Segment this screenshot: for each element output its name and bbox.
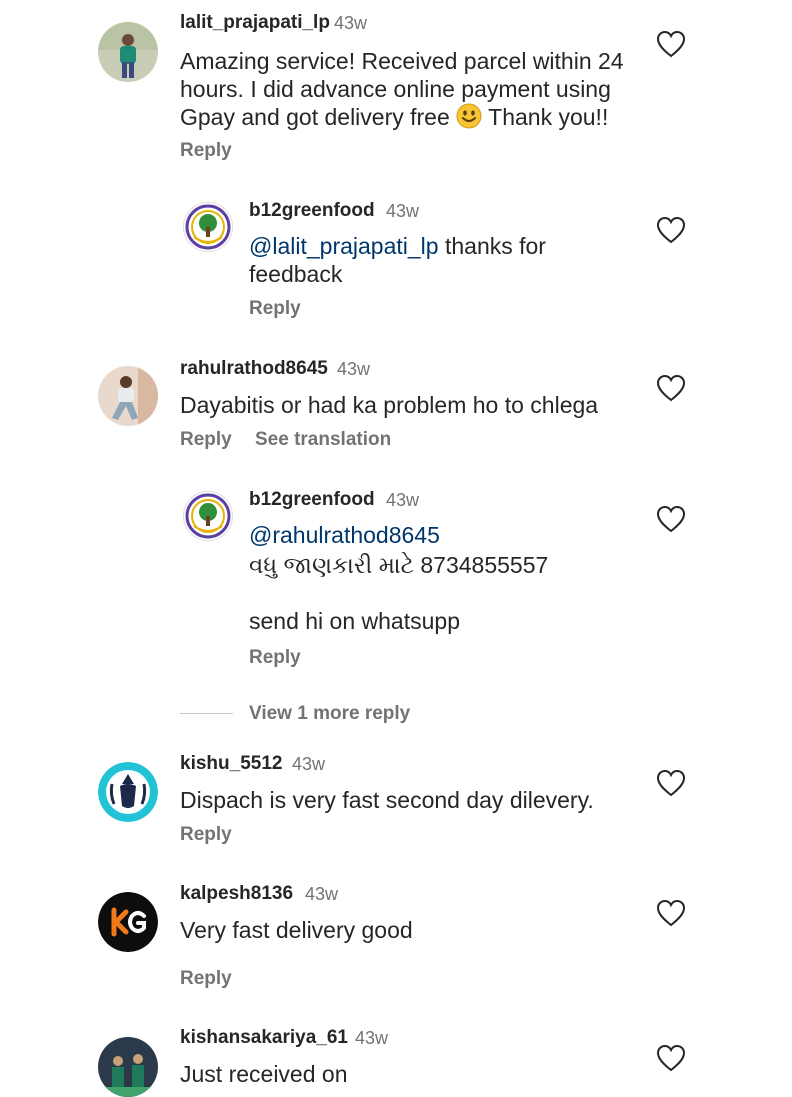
comment-username[interactable]: kishansakariya_61 [180,1027,348,1049]
heart-icon[interactable] [656,1044,686,1072]
mention-link[interactable]: @rahulrathod8645 [249,521,548,549]
mention-link[interactable]: @lalit_prajapati_lp [249,233,439,259]
avatar[interactable] [98,22,158,82]
reply-text-line: feedback [249,261,343,287]
comment-text-line: Just received on [180,1061,348,1087]
comment-text: Dispach is very fast second day dilevery… [180,786,594,814]
comment-text-fragment: Thank you!! [488,104,609,130]
heart-icon[interactable] [656,216,686,244]
comment-username[interactable]: kishu_5512 [180,753,282,775]
reply-button[interactable]: Reply [249,298,301,320]
reply-text: @lalit_prajapati_lp thanks for feedback [249,232,546,288]
see-translation-button[interactable]: See translation [255,429,391,451]
heart-icon[interactable] [656,899,686,927]
comment-timestamp: 43w [334,13,368,33]
reply-text: @rahulrathod8645 વધુ જાણકારી માટે 873485… [249,521,548,635]
comment-text: Amazing service! Received parcel within … [180,47,624,131]
comment-timestamp: 43w [305,884,339,904]
comment-username[interactable]: lalit_prajapati_lp [180,12,330,34]
comment-username[interactable]: rahulrathod8645 [180,358,328,380]
heart-icon[interactable] [656,505,686,533]
reply-text-line: send hi on whatsupp [249,608,460,634]
comment-username[interactable]: kalpesh8136 [180,883,293,905]
comment-text-line: Amazing service! Received parcel within … [180,48,624,74]
comment-text-line: Dispach is very fast second day dilevery… [180,787,594,813]
reply-username[interactable]: b12greenfood [249,200,375,222]
reply-timestamp: 43w [386,490,420,510]
view-more-divider [180,713,233,714]
comment-text-line: Dayabitis or had ka problem ho to chlega [180,392,599,418]
comment-text-fragment: Gpay and got delivery free [180,104,450,130]
reply-text-fragment: thanks for [438,233,546,259]
avatar[interactable] [98,892,158,952]
heart-icon[interactable] [656,30,686,58]
reply-username[interactable]: b12greenfood [249,489,375,511]
reply-text-line: વધુ જાણકારી માટે 8734855557 [249,552,549,578]
reply-button[interactable]: Reply [249,647,301,669]
comment-text-line: hours. I did advance online payment usin… [180,76,611,102]
comment-text-line: Very fast delivery good [180,917,413,943]
avatar[interactable] [183,491,233,541]
comment-text: Very fast delivery good [180,916,413,944]
reply-button[interactable]: Reply [180,140,232,162]
reply-timestamp: 43w [386,201,420,221]
reply-text-line: @lalit_prajapati_lp thanks for [249,232,546,260]
avatar[interactable] [98,762,158,822]
slightly-smiling-face-icon [456,103,482,129]
heart-icon[interactable] [656,374,686,402]
reply-button[interactable]: Reply [180,429,232,451]
comment-timestamp: 43w [292,754,326,774]
comment-text: Dayabitis or had ka problem ho to chlega [180,391,598,419]
reply-button[interactable]: Reply [180,968,232,990]
comment-text-line: Gpay and got delivery free Thank you!! [180,103,624,131]
avatar[interactable] [98,1037,158,1097]
avatar[interactable] [98,366,158,426]
reply-button[interactable]: Reply [180,824,232,846]
heart-icon[interactable] [656,769,686,797]
comment-timestamp: 43w [355,1028,389,1048]
comment-text: Just received on [180,1060,347,1088]
comment-timestamp: 43w [337,359,371,379]
view-more-replies-button[interactable]: View 1 more reply [249,703,410,725]
avatar[interactable] [183,202,233,252]
